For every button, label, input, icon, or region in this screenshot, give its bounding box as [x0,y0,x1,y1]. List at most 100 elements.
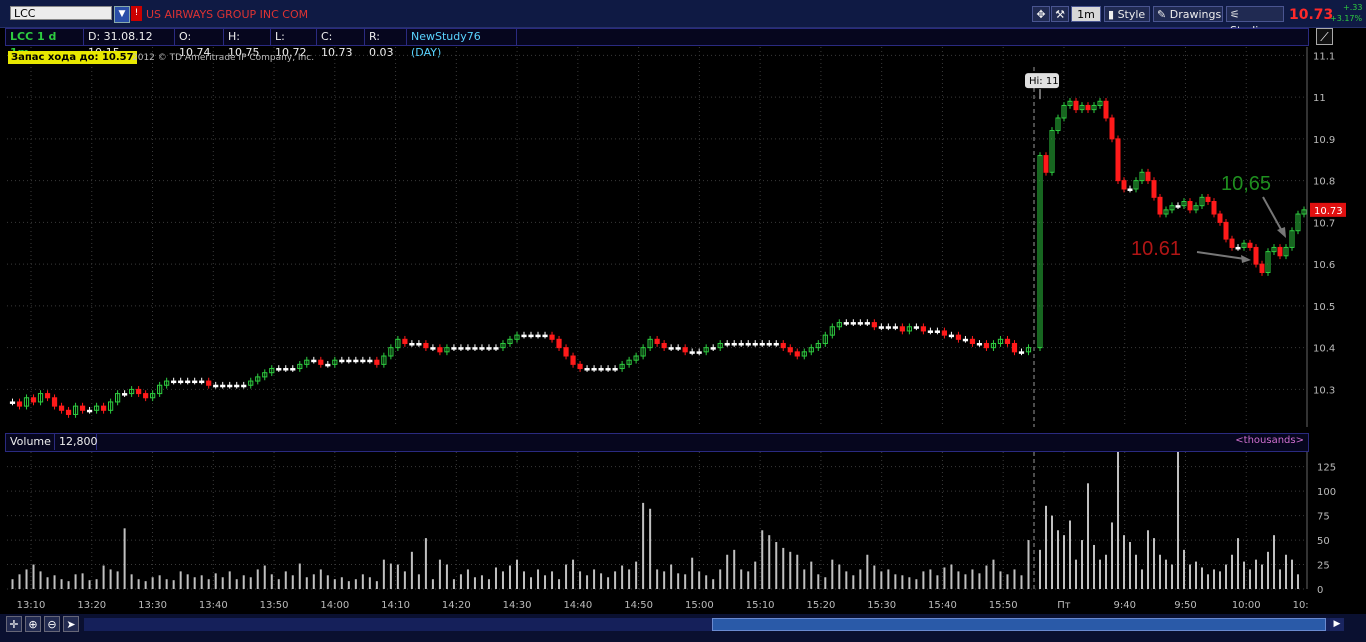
volume-bar [1006,574,1009,589]
candle-body [283,368,289,371]
volume-bar [494,567,497,589]
symbol-dropdown-icon[interactable]: ▼ [114,6,130,23]
volume-bar [1153,538,1155,589]
annotation-green: 10,65 [1221,173,1271,195]
volume-bar [53,575,56,589]
zoom-in-icon[interactable]: ⊕ [25,616,41,632]
pan-icon[interactable]: ✛ [6,616,22,632]
time-tick-label: 10:10 [1293,600,1309,611]
volume-bar [1051,515,1053,589]
volume-bar [1105,554,1107,589]
time-tick-label: 14:20 [442,600,471,611]
volume-bar [824,577,827,589]
volume-bar [508,565,511,589]
candle-body [556,338,562,349]
candle-body [605,368,611,371]
symbol-input[interactable]: LCC [10,6,112,20]
time-tick-label: 9:40 [1113,600,1135,611]
volume-tick-label: 0 [1317,585,1323,596]
volume-bar [473,577,476,589]
candle-body [241,384,247,388]
volume-bar [810,561,813,589]
volume-bar [1273,535,1275,589]
wrench-icon[interactable]: ⚒ [1051,6,1069,22]
time-tick-label: 13:20 [77,600,106,611]
zoom-out-icon[interactable]: ⊖ [44,616,60,632]
candle-body [598,368,604,371]
volume-chart[interactable]: 125 100 75 50 25 0 [5,452,1362,596]
candle-body [479,347,485,350]
candle-body [976,342,983,346]
scrollbar-thumb[interactable] [712,618,1326,631]
chart-settings-icon[interactable]: ⟋ [1316,28,1333,45]
candle-body [549,334,555,340]
style-button[interactable]: ▮ Style [1104,6,1150,22]
price-change-percent: +3.17% [1330,14,1363,23]
volume-bar [607,577,610,589]
candle-body [780,342,786,349]
volume-bar [1165,559,1167,589]
volume-bar [368,577,371,589]
volume-bar [277,579,280,589]
price-chart[interactable]: 11.1 11 10.9 10.8 10.7 10.6 10.5 10.4 10.3 Hi: 11… [5,47,1362,432]
candle-body [689,351,695,354]
volume-bar [235,579,238,589]
candle-body [1018,351,1025,354]
candle-body [955,334,962,340]
volume-bar [838,564,841,589]
candle-body [1247,242,1253,248]
volume-bar [249,577,252,589]
scroll-right-icon[interactable]: ▶ [1330,618,1344,631]
volume-bar [515,559,518,589]
candle-body [86,409,93,413]
candle-body [79,405,86,411]
candle-body [360,359,366,363]
volume-bar [936,575,939,589]
chart-title[interactable]: LCC 1 d 1m [6,29,84,59]
drawings-button[interactable]: ✎ Drawings [1153,6,1223,22]
bar-date: D: 31.08.12 10:15 [84,29,175,59]
volume-bar [1087,483,1089,589]
volume-bar [326,575,329,589]
volume-bar [1039,549,1041,589]
alert-flag-icon[interactable]: ! [131,6,142,21]
volume-bar [957,571,960,589]
candle-body [885,326,891,329]
volume-bar [775,542,778,589]
timeframe-button[interactable]: 1m [1071,6,1101,22]
candle-body [213,384,219,388]
candle-body [864,322,870,325]
candle-body [100,405,107,411]
volume-bar [950,564,953,589]
candle-body [1127,188,1133,191]
volume-bar [530,577,533,589]
volume-bar [11,579,14,589]
candle-body [192,380,198,384]
candle-body [493,347,499,350]
volume-bar [172,580,175,589]
copyright-text: 2012 © TD Ameritrade IP Company, Inc. [132,53,315,63]
pointer-icon[interactable]: ➤ [63,616,79,632]
candle-body [458,347,464,350]
candle-body [1043,155,1049,173]
volume-bar [719,569,722,589]
volume-bar [1213,569,1215,589]
candle-body [318,359,324,365]
time-tick-label: 14:10 [381,600,410,611]
candle-body [1253,246,1259,265]
volume-bar [466,569,469,589]
studies-icon: ⚟ [1230,8,1240,21]
study-label[interactable]: NewStudy76 (DAY) [407,29,517,59]
volume-bar [200,575,203,589]
volume-bar [866,554,869,589]
candle-body [353,359,359,363]
volume-bar [621,565,624,589]
studies-button[interactable]: ⚟ Studies [1226,6,1284,37]
volume-units: <thousands> [1235,435,1304,446]
volume-bar [1159,554,1161,589]
candle-body [220,384,226,388]
style-label: Style [1117,8,1146,21]
crosshair-icon[interactable]: ✥ [1032,6,1050,22]
candle-body [612,368,618,371]
volume-bar [193,577,196,589]
